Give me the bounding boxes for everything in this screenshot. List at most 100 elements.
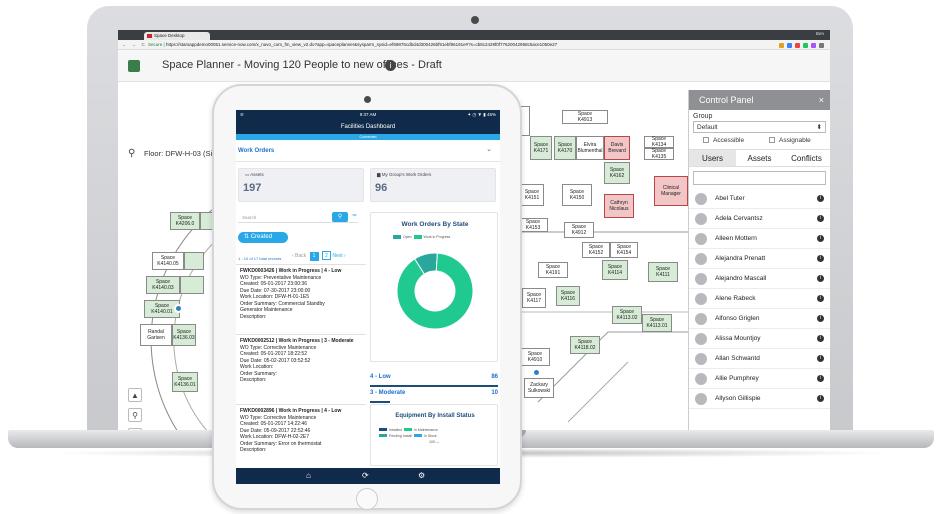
tablet-home-button[interactable] [356, 488, 378, 510]
room[interactable]: Cathryn Nicolaus [604, 194, 634, 218]
user-row[interactable]: Alissa Mountjoy i [689, 329, 830, 349]
room[interactable]: Space K4140.03 [146, 276, 180, 294]
room[interactable]: Space K4206.0 [170, 212, 200, 230]
assignable-checkbox[interactable]: Assignable [769, 137, 811, 144]
donut-chart[interactable] [395, 251, 475, 331]
room[interactable]: Space K4910 [520, 348, 550, 366]
browser-tab[interactable]: Space Desktop [144, 32, 210, 40]
info-icon[interactable]: i [817, 275, 824, 282]
extension-icon[interactable] [779, 43, 784, 48]
info-icon[interactable]: i [817, 395, 824, 402]
room[interactable] [184, 252, 204, 270]
group-select[interactable]: Default ⬍ [693, 121, 826, 133]
room[interactable]: Space K4135 [644, 148, 674, 160]
gear-icon[interactable]: ⚙ [418, 471, 425, 480]
info-icon[interactable]: i [817, 235, 824, 242]
assets-card[interactable]: ▭ Assets 197 [238, 168, 364, 202]
pager-back[interactable]: ‹ Back [292, 253, 306, 259]
person-pin[interactable] [174, 304, 183, 313]
sync-icon[interactable]: ⟳ [362, 471, 369, 480]
room[interactable]: Space K4913 [562, 110, 608, 124]
zoom-search-icon[interactable]: ⚲ [128, 408, 142, 422]
url-bar[interactable]: ← → C Secure | https://starsappdemo00051… [118, 40, 830, 50]
url-text[interactable]: Secure | https://starsappdemo00051.servi… [148, 40, 557, 50]
room[interactable]: Space K4116 [556, 286, 580, 306]
nav-buttons[interactable]: ← → C [122, 40, 147, 50]
info-icon[interactable]: i [817, 315, 824, 322]
room[interactable]: Space K4171 [530, 136, 552, 160]
room[interactable]: Randal Garisen [140, 324, 172, 346]
room[interactable]: Space K4114 [602, 260, 628, 280]
state-row-low[interactable]: 4 - Low 86 [370, 374, 498, 384]
room[interactable]: Elvira Blumenthal [576, 136, 604, 160]
room[interactable]: Clinical Manager [654, 176, 688, 206]
room[interactable]: Space K4153 [518, 218, 548, 232]
room[interactable]: Space K4113.02 [612, 306, 642, 324]
room[interactable]: Davis Brevard [604, 136, 630, 160]
room[interactable]: Space K4117 [522, 288, 546, 308]
user-row[interactable]: Abel Tuter i [689, 189, 830, 209]
filter-icon[interactable]: ≂ [352, 212, 357, 219]
room[interactable]: Zackary Sulkowski [524, 378, 554, 398]
extension-icon[interactable] [795, 43, 800, 48]
user-row[interactable]: Alejandro Mascall i [689, 269, 830, 289]
user-row[interactable]: Alleen Mottern i [689, 229, 830, 249]
user-row[interactable]: Allan Schwantd i [689, 349, 830, 369]
room[interactable]: Space K4118.02 [570, 336, 600, 354]
room[interactable]: Space K4113.01 [642, 314, 672, 332]
info-icon[interactable]: i [817, 215, 824, 222]
user-row[interactable]: Alfonso Griglen i [689, 309, 830, 329]
info-icon[interactable]: i [817, 295, 824, 302]
work-order-item[interactable]: FWKD0002896 | Work in Progress | 4 - Low… [240, 408, 364, 454]
room[interactable]: Space K4170 [554, 136, 576, 160]
search-icon[interactable]: ⚲ [332, 212, 348, 222]
pager-next[interactable]: Next › [332, 253, 345, 259]
extension-icon[interactable] [811, 43, 816, 48]
accessible-checkbox[interactable]: Accessible [703, 137, 744, 144]
room[interactable]: Space K4140.05 [152, 252, 184, 270]
user-row[interactable]: Alejandra Prenatt i [689, 249, 830, 269]
info-icon[interactable]: i [817, 335, 824, 342]
info-icon[interactable]: i [817, 355, 824, 362]
info-icon[interactable]: i [817, 375, 824, 382]
tab-conflicts[interactable]: Conflicts [783, 150, 830, 166]
browser-user[interactable]: Ben [816, 31, 824, 36]
room[interactable]: Space K4154 [610, 242, 638, 258]
extension-icon[interactable] [803, 43, 808, 48]
page-1[interactable]: 1 [309, 252, 319, 261]
room[interactable]: Space K4152 [582, 242, 610, 258]
room[interactable]: Space K4111 [648, 262, 678, 282]
room[interactable]: Space K4136.01 [172, 372, 198, 392]
room[interactable]: Space K4150 [562, 184, 592, 206]
user-row[interactable]: Allyson Gillispie i [689, 389, 830, 409]
work-orders-section[interactable]: Work Orders ⌄ [236, 140, 500, 162]
room[interactable]: Space K4912 [564, 222, 594, 238]
tab-assets[interactable]: Assets [736, 150, 783, 166]
tab-users[interactable]: Users [689, 150, 736, 166]
extension-icon[interactable] [787, 43, 792, 48]
info-icon[interactable]: i [385, 60, 396, 71]
room[interactable] [180, 276, 204, 294]
close-icon[interactable]: × [819, 90, 824, 110]
room[interactable]: Space K4162 [604, 162, 630, 184]
menu-icon[interactable] [819, 43, 824, 48]
work-order-item[interactable]: FWKD0003426 | Work in Progress | 4 - Low… [240, 268, 364, 320]
user-row[interactable]: Adela Cervantsz i [689, 209, 830, 229]
room[interactable]: Space K4136.03 [172, 324, 196, 346]
room[interactable]: Space K4134 [644, 136, 674, 148]
user-row[interactable]: Allie Pumphrey i [689, 369, 830, 389]
info-icon[interactable]: i [817, 255, 824, 262]
home-icon[interactable]: ⌂ [306, 471, 311, 480]
page-2[interactable]: 2 [321, 251, 331, 260]
work-order-item[interactable]: FWKD0002512 | Work in Progress | 3 - Mod… [240, 338, 364, 384]
created-filter-button[interactable]: ⇅ Created [238, 232, 288, 243]
group-work-orders-card[interactable]: ▆ My Group's Work Orders 96 [370, 168, 496, 202]
person-pin[interactable] [532, 368, 541, 377]
layers-icon[interactable]: ▲ [128, 388, 142, 402]
room[interactable]: Space K4151 [520, 184, 544, 206]
user-row[interactable]: Alene Rabeck i [689, 289, 830, 309]
info-icon[interactable]: i [817, 195, 824, 202]
chevron-down-icon[interactable]: ⌄ [486, 145, 492, 153]
room[interactable]: Space K4191 [538, 262, 568, 278]
state-row-moderate[interactable]: 3 - Moderate 10 [370, 390, 498, 400]
